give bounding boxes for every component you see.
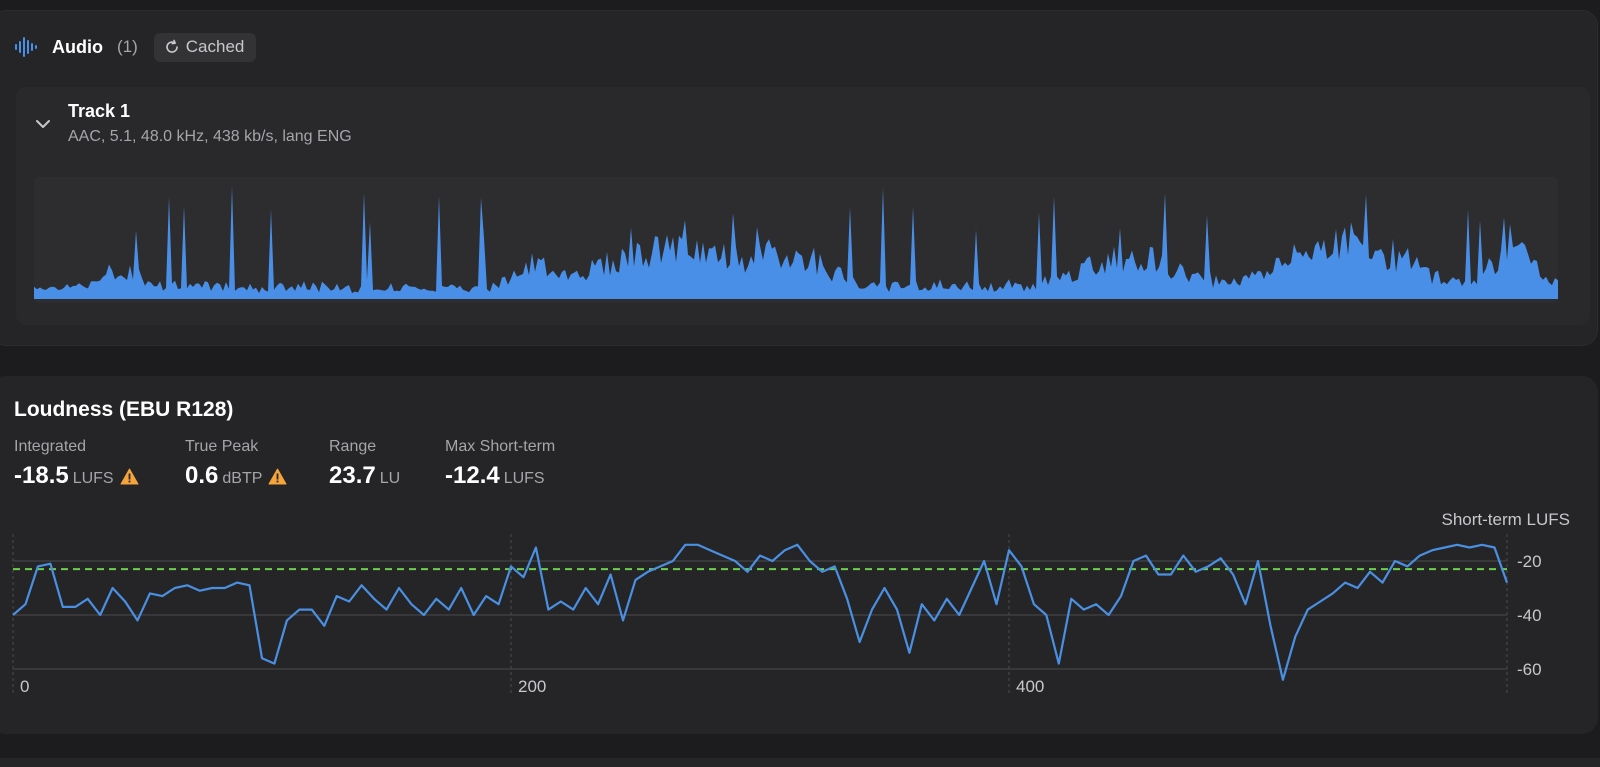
metric-label: Range [329,438,377,455]
metric-unit: dBTP [222,470,263,487]
next-panel-edge [0,758,1600,767]
metric-unit: LUFS [72,470,114,487]
cached-badge[interactable]: Cached [153,32,257,62]
metric-label: Integrated [14,438,87,455]
x-tick-label: 400 [1016,677,1044,696]
short-term-series-line [12,543,1509,681]
track-title[interactable]: Track 1 [68,101,130,122]
chevron-down-icon[interactable] [34,117,52,131]
waveform-icon [15,37,37,57]
cached-label: Cached [185,37,245,56]
loudness-panel: Loudness (EBU R128) Integrated -18.5 LUF… [0,376,1598,734]
metric-label: True Peak [185,438,259,455]
warning-icon[interactable] [268,468,287,485]
metric-value: -12.4 [445,462,500,489]
refresh-icon [165,39,178,53]
loudness-title: Loudness (EBU R128) [14,398,234,421]
waveform [34,177,1558,303]
x-tick-label: 200 [518,677,546,696]
loudness-chart: -20 -40 -60 0 200 400 [12,534,1542,696]
metric-integrated: Integrated -18.5 LUFS [14,438,139,490]
x-tick-label: 0 [20,677,29,696]
y-tick-label: -40 [1517,606,1542,625]
y-tick-label: -20 [1517,552,1542,571]
warning-icon[interactable] [120,468,139,485]
audio-header: Audio (1) Cached [14,32,257,62]
metric-range: Range 23.7 LU [329,438,400,490]
audio-title: Audio [52,36,103,57]
metric-unit: LUFS [503,470,545,487]
metric-unit: LU [379,470,401,487]
waveform-fill [34,186,1558,299]
metric-value: 0.6 [185,462,219,489]
metric-label: Max Short-term [445,438,556,455]
metric-value: -18.5 [14,462,69,489]
y-tick-label: -60 [1517,660,1542,679]
track-card: Track 1 AAC, 5.1, 48.0 kHz, 438 kb/s, la… [16,87,1590,325]
metric-true-peak: True Peak 0.6 dBTP [185,438,287,490]
track-meta: AAC, 5.1, 48.0 kHz, 438 kb/s, lang ENG [68,128,352,145]
waveform-graph [34,186,1558,299]
metric-value: 23.7 [329,462,376,489]
audio-track-count: (1) [117,37,138,56]
metric-max-short-term: Max Short-term -12.4 LUFS [445,438,555,490]
